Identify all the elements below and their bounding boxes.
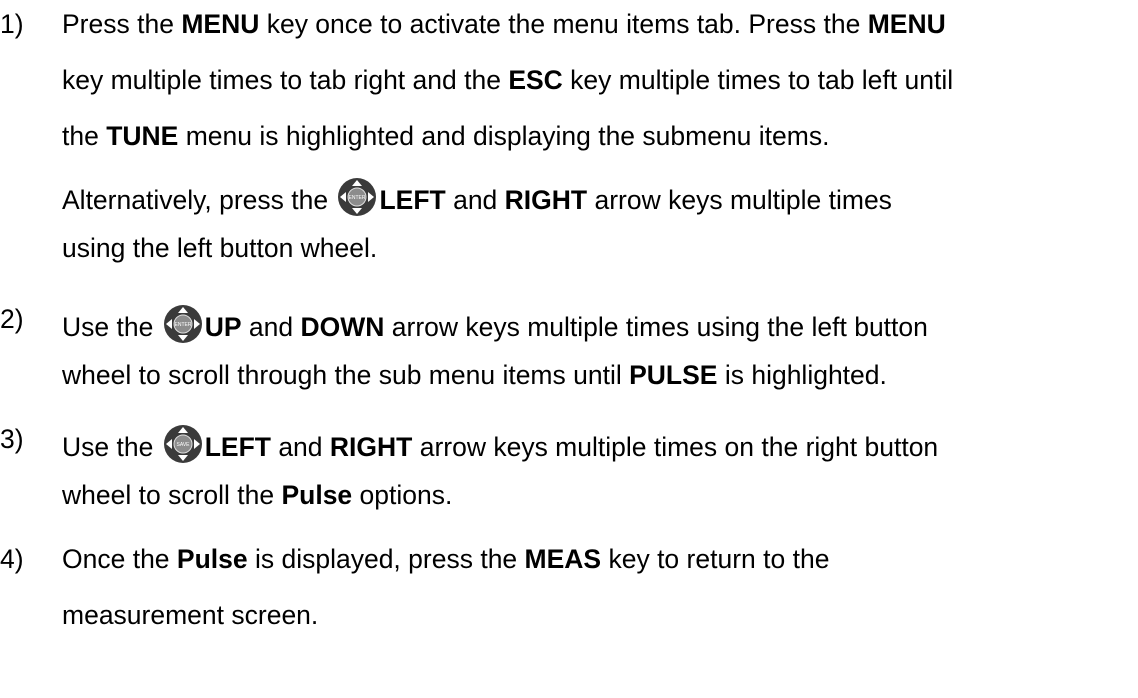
step-1-line-3: the TUNE menu is highlighted and display… bbox=[62, 121, 830, 151]
step-number: 1) bbox=[0, 9, 24, 39]
step-3-line-1: Use the SAVE LEFT and RIGHT arrow keys mu… bbox=[62, 424, 938, 464]
svg-text:SAVE: SAVE bbox=[176, 442, 190, 448]
menu-item-name: PULSE bbox=[629, 360, 718, 390]
step-4-line-1: Once the Pulse is displayed, press the M… bbox=[62, 544, 830, 574]
key-name: RIGHT bbox=[504, 185, 588, 215]
step-1-line-1: Press the MENU key once to activate the … bbox=[62, 9, 946, 39]
step-1-line-4: Alternatively, press the ENTER LEFT and R… bbox=[62, 177, 892, 217]
step-number: 3) bbox=[0, 424, 24, 454]
key-name: DOWN bbox=[300, 312, 385, 342]
option-name: Pulse bbox=[281, 480, 353, 510]
key-name: LEFT bbox=[204, 432, 271, 462]
key-name: MEAS bbox=[524, 544, 602, 574]
step-2-line-2: wheel to scroll through the sub menu ite… bbox=[62, 360, 887, 390]
key-name: UP bbox=[204, 312, 242, 342]
enter-wheel-icon: ENTER bbox=[163, 304, 203, 344]
option-name: Pulse bbox=[176, 544, 248, 574]
key-name: ESC bbox=[508, 65, 563, 95]
step-2-line-1: Use the ENTER UP and DOWN arrow keys mult… bbox=[62, 304, 928, 344]
save-wheel-icon: SAVE bbox=[163, 424, 203, 464]
step-number: 4) bbox=[0, 544, 24, 574]
key-name: LEFT bbox=[379, 185, 446, 215]
menu-name: TUNE bbox=[106, 121, 179, 151]
key-name: RIGHT bbox=[329, 432, 413, 462]
key-name: MENU bbox=[867, 9, 946, 39]
svg-text:ENTER: ENTER bbox=[174, 322, 191, 328]
step-number: 2) bbox=[0, 304, 24, 334]
step-3-line-2: wheel to scroll the Pulse options. bbox=[62, 480, 453, 510]
enter-wheel-icon: ENTER bbox=[337, 177, 377, 217]
step-4-line-2: measurement screen. bbox=[62, 600, 319, 630]
step-1-line-2: key multiple times to tab right and the … bbox=[62, 65, 954, 95]
svg-text:ENTER: ENTER bbox=[349, 195, 366, 201]
key-name: MENU bbox=[181, 9, 260, 39]
step-1-line-5: using the left button wheel. bbox=[62, 233, 378, 263]
instruction-document: 1) Press the MENU key once to activate t… bbox=[0, 0, 1138, 698]
